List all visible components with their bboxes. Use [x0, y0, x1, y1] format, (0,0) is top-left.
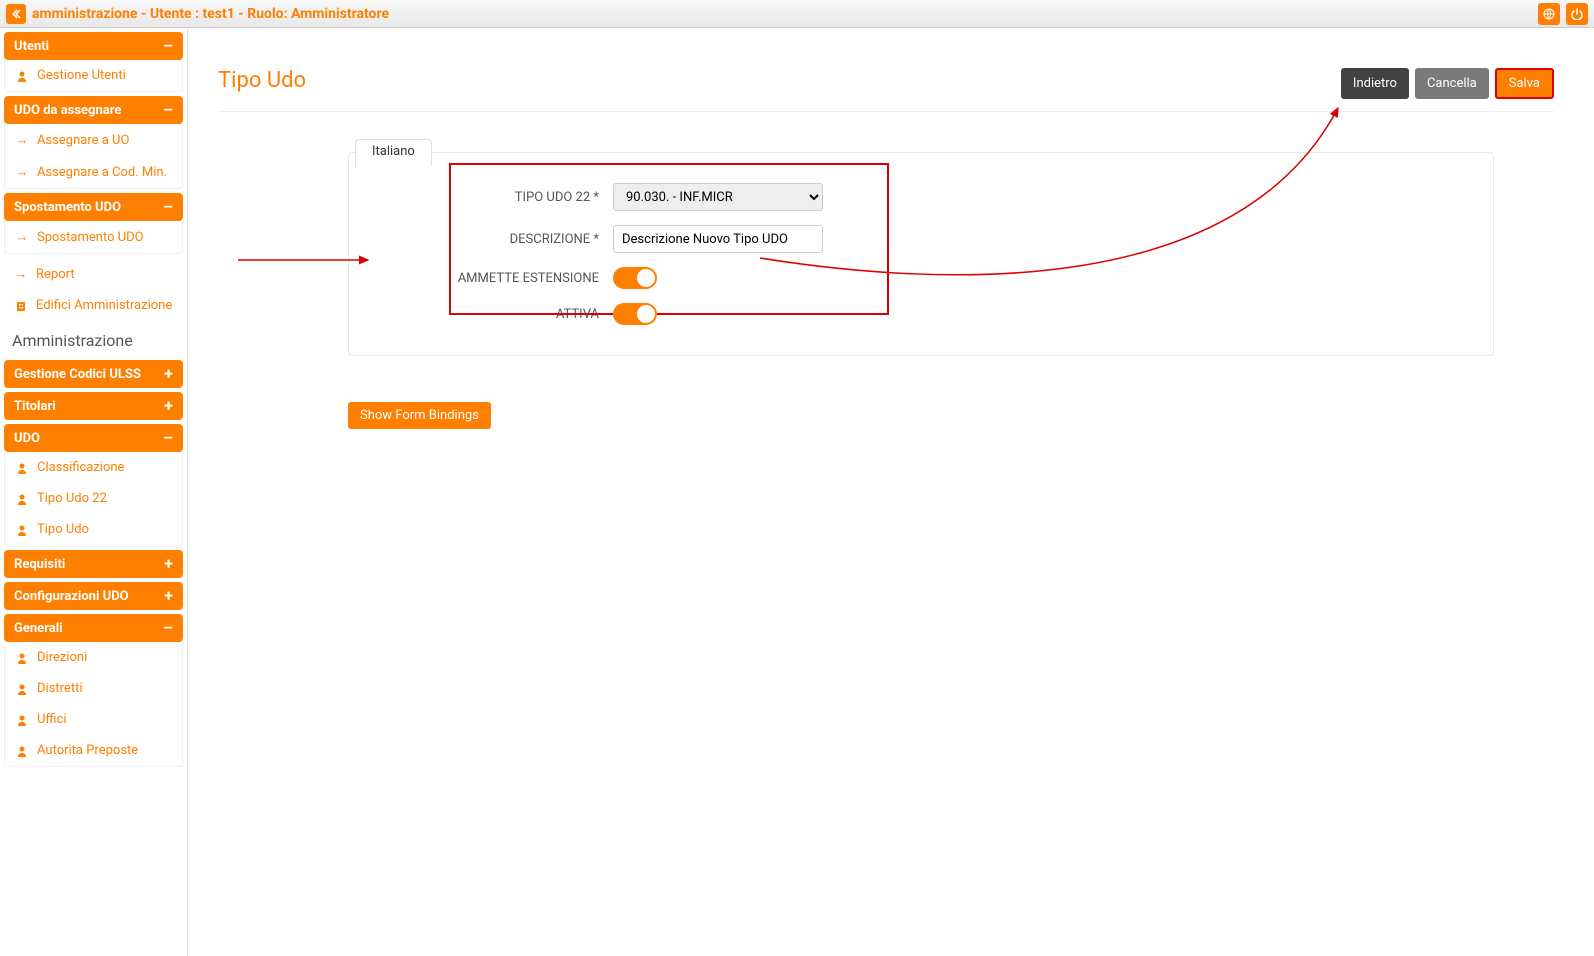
- panel-header-udo[interactable]: UDO –: [4, 424, 183, 452]
- panel-header-configurazioni[interactable]: Configurazioni UDO +: [4, 582, 183, 610]
- form-card: Italiano TIPO UDO 22 * 90.030. - INF.MIC…: [348, 152, 1494, 356]
- page-title: Tipo Udo: [218, 68, 306, 93]
- show-form-bindings-button[interactable]: Show Form Bindings: [348, 402, 491, 429]
- plus-icon: +: [164, 556, 173, 572]
- sidebar-item-autorita[interactable]: Autorita Preposte: [5, 735, 182, 766]
- topbar: amministrazione - Utente : test1 - Ruolo…: [0, 0, 1594, 28]
- plus-icon: +: [164, 398, 173, 414]
- attiva-toggle[interactable]: [613, 303, 657, 325]
- panel-udo: UDO – Classificazione Tipo Udo 22 Tipo U…: [4, 424, 183, 546]
- power-icon[interactable]: [1566, 3, 1588, 25]
- globe-icon[interactable]: [1538, 3, 1560, 25]
- sidebar-item-label: Distretti: [37, 681, 83, 696]
- minus-icon: –: [163, 38, 173, 54]
- sidebar-item-label: Gestione Utenti: [37, 68, 126, 83]
- minus-icon: –: [163, 199, 173, 215]
- sidebar-item-spostamento-udo[interactable]: → Spostamento UDO: [5, 221, 182, 253]
- user-icon: [15, 493, 29, 505]
- sidebar-item-report[interactable]: → Report: [4, 258, 183, 290]
- sidebar-item-label: Assegnare a Cod. Min.: [37, 165, 167, 180]
- panel-header-requisiti[interactable]: Requisiti +: [4, 550, 183, 578]
- plus-icon: +: [164, 588, 173, 604]
- topbar-title: amministrazione - Utente : test1 - Ruolo…: [32, 6, 389, 22]
- main-content: Tipo Udo Indietro Cancella Salva Italian…: [188, 28, 1594, 956]
- panel-spostamento-udo: Spostamento UDO – → Spostamento UDO: [4, 193, 183, 254]
- language-tab[interactable]: Italiano: [355, 139, 432, 166]
- panel-header-gestione-codici[interactable]: Gestione Codici ULSS +: [4, 360, 183, 388]
- sidebar-item-assegnare-cod-min[interactable]: → Assegnare a Cod. Min.: [5, 156, 182, 188]
- sidebar-item-label: Edifici Amministrazione: [36, 298, 172, 313]
- user-icon: [15, 652, 29, 664]
- sidebar-item-direzioni[interactable]: Direzioni: [5, 642, 182, 673]
- sidebar-item-gestione-utenti[interactable]: Gestione Utenti: [5, 60, 182, 91]
- panel-header-utenti[interactable]: Utenti –: [4, 32, 183, 60]
- sidebar-item-label: Spostamento UDO: [37, 230, 144, 245]
- panel-configurazioni-udo: Configurazioni UDO +: [4, 582, 183, 610]
- panel-gestione-codici: Gestione Codici ULSS +: [4, 360, 183, 388]
- panel-udo-assegnare: UDO da assegnare – → Assegnare a UO → As…: [4, 96, 183, 189]
- sidebar-item-label: Uffici: [37, 712, 67, 727]
- arrow-right-icon: →: [15, 229, 29, 245]
- sidebar-item-label: Direzioni: [37, 650, 87, 665]
- arrow-right-icon: →: [15, 164, 29, 180]
- sidebar-item-label: Autorita Preposte: [37, 743, 138, 758]
- minus-icon: –: [163, 102, 173, 118]
- user-icon: [15, 683, 29, 695]
- save-button[interactable]: Salva: [1495, 68, 1554, 99]
- back-button[interactable]: Indietro: [1341, 68, 1409, 99]
- sidebar-item-label: Classificazione: [37, 460, 124, 475]
- arrow-right-icon: →: [15, 132, 29, 148]
- tipo-udo-22-select[interactable]: 90.030. - INF.MICR: [613, 183, 823, 211]
- field-label-tipo-udo-22: TIPO UDO 22 *: [449, 190, 599, 205]
- user-icon: [15, 524, 29, 536]
- sidebar-item-uffici[interactable]: Uffici: [5, 704, 182, 735]
- panel-utenti: Utenti – Gestione Utenti: [4, 32, 183, 92]
- field-label-descrizione: DESCRIZIONE *: [449, 232, 599, 247]
- user-icon: [15, 70, 29, 82]
- descrizione-input[interactable]: [613, 225, 823, 253]
- sidebar-item-edifici[interactable]: Edifici Amministrazione: [4, 290, 183, 321]
- plus-icon: +: [164, 366, 173, 382]
- sidebar-item-distretti[interactable]: Distretti: [5, 673, 182, 704]
- building-icon: [14, 300, 28, 312]
- user-icon: [15, 462, 29, 474]
- panel-generali: Generali – Direzioni Distretti Uffici: [4, 614, 183, 767]
- field-label-ammette-estensione: AMMETTE ESTENSIONE: [449, 271, 599, 286]
- panel-titolari: Titolari +: [4, 392, 183, 420]
- sidebar-item-tipo-udo[interactable]: Tipo Udo: [5, 514, 182, 545]
- sidebar-section-title: Amministrazione: [4, 321, 183, 360]
- sidebar-item-classificazione[interactable]: Classificazione: [5, 452, 182, 483]
- panel-requisiti: Requisiti +: [4, 550, 183, 578]
- sidebar-item-label: Report: [36, 267, 75, 282]
- panel-header-spostamento-udo[interactable]: Spostamento UDO –: [4, 193, 183, 221]
- sidebar-item-label: Tipo Udo: [37, 522, 89, 537]
- panel-header-generali[interactable]: Generali –: [4, 614, 183, 642]
- sidebar-item-label: Tipo Udo 22: [37, 491, 107, 506]
- user-icon: [15, 714, 29, 726]
- minus-icon: –: [163, 620, 173, 636]
- sidebar-item-tipo-udo-22[interactable]: Tipo Udo 22: [5, 483, 182, 514]
- panel-header-udo-assegnare[interactable]: UDO da assegnare –: [4, 96, 183, 124]
- arrow-right-icon: →: [14, 266, 28, 282]
- field-label-attiva: ATTIVA: [449, 307, 599, 322]
- sidebar-item-label: Assegnare a UO: [37, 133, 129, 148]
- user-icon: [15, 745, 29, 757]
- panel-header-titolari[interactable]: Titolari +: [4, 392, 183, 420]
- sidebar: Utenti – Gestione Utenti UDO da assegnar…: [0, 28, 188, 956]
- cancel-button[interactable]: Cancella: [1415, 68, 1489, 99]
- ammette-estensione-toggle[interactable]: [613, 267, 657, 289]
- minus-icon: –: [163, 430, 173, 446]
- sidebar-collapse-button[interactable]: [6, 4, 26, 24]
- sidebar-item-assegnare-uo[interactable]: → Assegnare a UO: [5, 124, 182, 156]
